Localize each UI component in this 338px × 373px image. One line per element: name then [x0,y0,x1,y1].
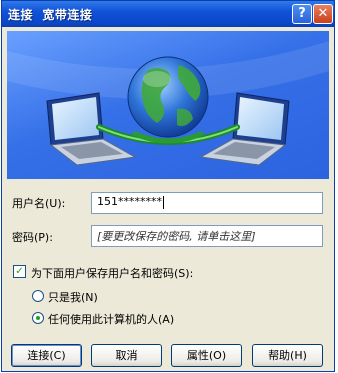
radio-only-me-label: 只是我(N) [48,291,98,304]
text-caret [163,195,164,209]
password-label: 密码(P): [12,231,53,244]
title-bar[interactable]: 连接 宽带连接 ? ✕ [2,1,334,27]
properties-button[interactable]: 属性(O) [171,344,242,367]
right-laptop-icon [199,92,290,166]
radio-only-me[interactable] [32,290,44,302]
close-button[interactable]: ✕ [313,4,333,24]
window-title: 连接 宽带连接 [8,8,93,22]
radio-anyone-label: 任何使用此计算机的人(A) [48,313,175,326]
connection-banner [7,31,329,179]
password-placeholder: [要更改保存的密码, 请单击这里] [97,230,256,243]
password-input[interactable]: [要更改保存的密码, 请单击这里] [91,225,323,247]
left-laptop-icon [46,92,137,166]
dialog-window: 连接 宽带连接 ? ✕ 用户名(U): 151******** 密码(P): [… [1,0,335,372]
network-globe-illustration [7,41,329,166]
globe-icon [127,56,209,138]
help-button[interactable]: 帮助(H) [252,344,323,367]
radio-anyone[interactable] [32,312,44,324]
username-input[interactable]: 151******** [91,192,323,214]
question-icon: ? [298,6,306,21]
connect-button[interactable]: 连接(C) [11,344,82,367]
username-value: 151******** [97,195,162,208]
help-title-button[interactable]: ? [292,4,312,24]
checkmark-icon: ✓ [15,266,24,277]
radio-selected-dot [36,316,40,320]
close-icon: ✕ [317,6,329,21]
username-label: 用户名(U): [12,197,66,210]
cancel-button[interactable]: 取消 [91,344,162,367]
save-credentials-label: 为下面用户保存用户名和密码(S): [31,267,194,280]
save-credentials-checkbox[interactable]: ✓ [13,265,26,278]
